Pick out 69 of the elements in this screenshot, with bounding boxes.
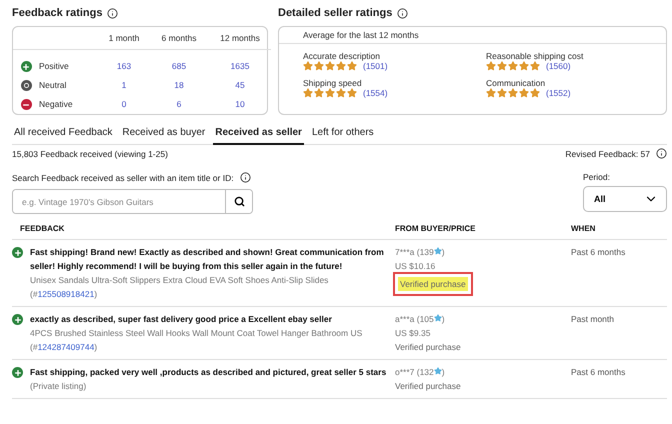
- card-subtitle: Average for the last 12 months: [303, 30, 419, 40]
- info-icon[interactable]: [656, 148, 667, 159]
- rating-label: Accurate description: [303, 51, 382, 61]
- buyer-name: a***a (105 ): [395, 313, 445, 326]
- info-icon[interactable]: [397, 8, 408, 18]
- star-icon: [434, 367, 442, 375]
- item-link[interactable]: 124287409744: [38, 342, 94, 352]
- rating-count[interactable]: (1501): [363, 61, 388, 71]
- rating-label: Negative: [39, 98, 74, 111]
- star-icon: [434, 314, 442, 322]
- tab[interactable]: Received as seller: [213, 125, 304, 145]
- rating-count[interactable]: 1: [99, 75, 149, 94]
- rating-count[interactable]: 1635: [209, 56, 271, 75]
- info-icon[interactable]: [107, 8, 118, 18]
- column-header: WHEN: [571, 224, 667, 240]
- column-header: 1 month: [108, 32, 140, 45]
- item-number: (#124287409744): [30, 341, 98, 354]
- rating-count[interactable]: 10: [209, 94, 271, 113]
- section-title: Detailed seller ratings: [278, 7, 392, 19]
- price: US $9.35: [395, 327, 430, 340]
- feedback-count: 15,803 Feedback received (viewing 1-25): [12, 148, 168, 158]
- buyer-name: 7***a (139 ): [395, 246, 445, 259]
- feedback-comment: exactly as described, super fast delivery good price a Excellent ebay seller: [30, 313, 333, 326]
- item-title: Unisex Sandals Ultra-Soft Slippers Extra Cloud EVA Soft Shoes Anti-Slip Slides: [30, 274, 330, 287]
- column-header: 6 months: [160, 32, 198, 45]
- search-button[interactable]: [225, 190, 252, 213]
- item-number: (#125508918421): [30, 288, 98, 301]
- column-header: FEEDBACK: [12, 224, 395, 240]
- tab[interactable]: Left for others: [310, 125, 376, 145]
- rating-label: Communication: [486, 78, 546, 88]
- rating-count[interactable]: 163: [99, 56, 149, 75]
- period-dropdown[interactable]: All: [583, 186, 667, 212]
- rating-count[interactable]: 0: [99, 94, 149, 113]
- tab[interactable]: Received as buyer: [120, 125, 208, 145]
- feedback-time: Past 6 months: [571, 366, 626, 379]
- verified-purchase: Verified purchase: [395, 341, 461, 354]
- search-field[interactable]: e.g. Vintage 1970's Gibson Guitars: [12, 189, 253, 214]
- item-title: (Private listing): [30, 380, 88, 393]
- rating-count[interactable]: 6: [149, 94, 209, 113]
- rating-label: Positive: [39, 60, 70, 72]
- info-icon[interactable]: [240, 172, 251, 183]
- feedback-comment: Fast shipping, packed very well ,products as described and pictured, great seller 5 stars: [30, 366, 386, 379]
- rating-label: Shipping speed: [303, 78, 363, 88]
- verified-purchase: Verified purchase: [395, 380, 461, 393]
- search-icon: [234, 196, 244, 207]
- rating-count[interactable]: 18: [149, 75, 209, 94]
- rating-count[interactable]: (1552): [546, 88, 571, 98]
- rating-count[interactable]: (1560): [546, 61, 571, 71]
- column-header: FROM BUYER/PRICE: [395, 224, 571, 240]
- rating-count[interactable]: 685: [149, 56, 209, 75]
- search-label: Search Feedback received as seller with an item title or ID:: [12, 172, 234, 182]
- feedback-time: Past 6 months: [571, 246, 626, 259]
- tab[interactable]: All received Feedback: [12, 125, 114, 145]
- rating-count[interactable]: 45: [209, 75, 271, 94]
- item-title: 4PCS Brushed Stainless Steel Wall Hooks Wall Mount Coat Towel Hanger Bathroom US: [30, 327, 362, 340]
- column-header: 12 months: [219, 32, 261, 45]
- star-icon: [434, 247, 442, 255]
- verified-purchase: Verified purchase: [398, 277, 468, 291]
- section-title: Feedback ratings: [12, 7, 102, 19]
- rating-label: Reasonable shipping cost: [486, 51, 584, 61]
- price: US $10.16: [395, 260, 436, 273]
- feedback-time: Past month: [571, 313, 614, 326]
- item-link[interactable]: 125508918421: [38, 289, 94, 299]
- buyer-name: o***7 (132 ): [395, 366, 445, 379]
- rating-count[interactable]: (1554): [363, 88, 388, 98]
- revised-feedback: Revised Feedback: 57: [565, 148, 650, 158]
- rating-label: Neutral: [39, 78, 68, 92]
- feedback-comment: Fast shipping! Brand new! Exactly as described and shown! Great communication from seller! Highly recommend! I will be buying from this seller again in the future!: [30, 246, 385, 273]
- period-label: Period:: [583, 172, 610, 182]
